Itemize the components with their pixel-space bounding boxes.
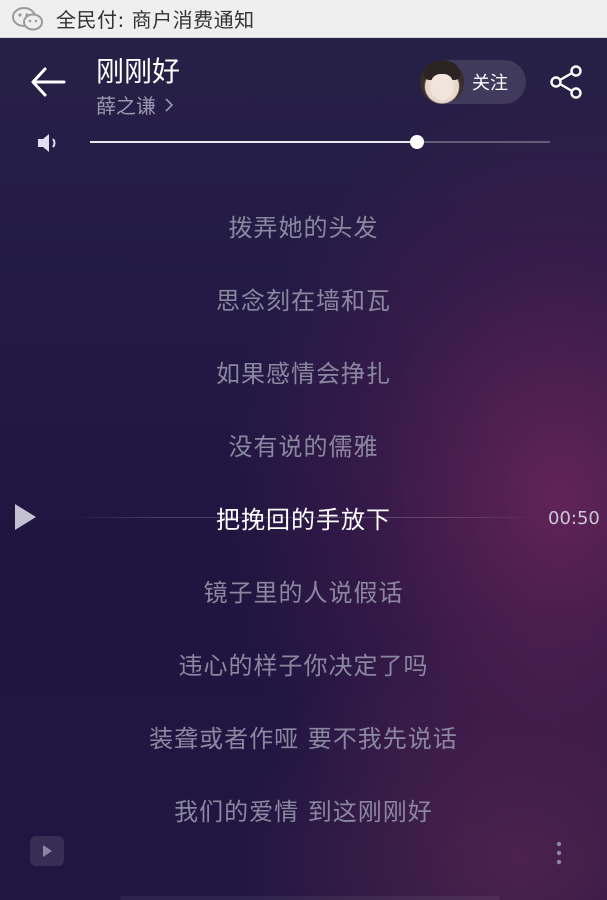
volume-fill (90, 141, 417, 143)
play-icon[interactable] (12, 502, 38, 532)
lyric-line[interactable]: 拨弄她的头发 (0, 208, 607, 243)
share-icon[interactable] (548, 64, 584, 100)
song-title: 刚刚好 (96, 55, 181, 88)
lyric-line[interactable]: 如果感情会挣扎 (0, 354, 607, 389)
notification-bar[interactable]: 全民付: 商户消费通知 (0, 0, 607, 38)
more-options-icon[interactable] (552, 838, 566, 868)
volume-knob[interactable] (409, 135, 424, 149)
artist-link[interactable]: 薛之谦 (96, 90, 174, 119)
music-player: 刚刚好 薛之谦 关注 拨弄她的头发 思念刻在墙和瓦 如果感情会挣扎 没有说的儒雅 把挽回… (0, 38, 607, 900)
current-time: 00:50 (548, 508, 600, 529)
artist-avatar (420, 60, 464, 104)
follow-label: 关注 (472, 73, 508, 94)
seek-line (66, 517, 536, 518)
mini-play-icon (43, 845, 52, 857)
speaker-icon[interactable] (36, 132, 62, 154)
lyric-line[interactable]: 我们的爱情 到这刚刚好 (0, 792, 607, 827)
chevron-right-icon (165, 97, 174, 112)
lyric-line[interactable]: 装聋或者作哑 要不我先说话 (0, 719, 607, 754)
lyric-line[interactable]: 违心的样子你决定了吗 (0, 646, 607, 681)
lyric-line[interactable]: 镜子里的人说假话 (0, 573, 607, 608)
lyric-line[interactable]: 没有说的儒雅 (0, 427, 607, 462)
volume-slider[interactable] (90, 135, 550, 149)
mini-play-button[interactable] (30, 836, 64, 866)
notification-text: 全民付: 商户消费通知 (56, 8, 255, 32)
lyric-line[interactable]: 思念刻在墙和瓦 (0, 281, 607, 316)
artist-name: 薛之谦 (96, 94, 156, 118)
back-arrow-icon[interactable] (28, 64, 68, 100)
follow-button[interactable]: 关注 (420, 60, 526, 104)
bottom-fade-hint (120, 896, 500, 900)
wechat-icon (10, 4, 46, 34)
